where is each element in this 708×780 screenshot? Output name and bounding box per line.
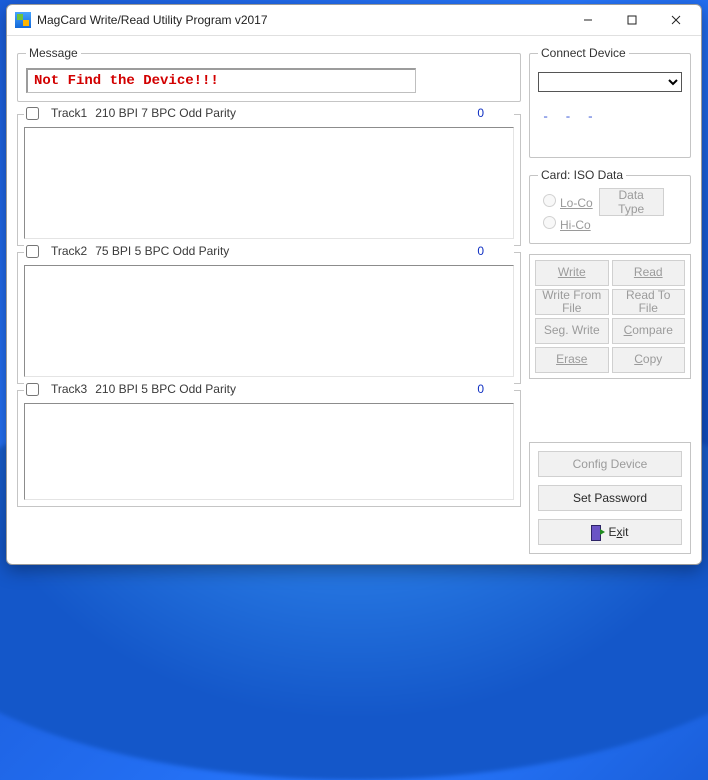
- track2-textarea[interactable]: [24, 265, 514, 377]
- app-window: MagCard Write/Read Utility Program v2017…: [6, 4, 702, 565]
- app-icon: [15, 12, 31, 28]
- data-type-button[interactable]: Data Type: [599, 188, 664, 216]
- track3-checkbox[interactable]: [26, 383, 39, 396]
- message-group: Message Not Find the Device!!!: [17, 46, 521, 102]
- track2-label: Track2: [51, 244, 87, 258]
- loco-radio[interactable]: Lo-Co: [538, 191, 593, 210]
- track-group-track1: Track1210 BPI 7 BPC Odd Parity0: [17, 114, 521, 246]
- device-select[interactable]: [538, 72, 682, 92]
- write-button[interactable]: Write: [535, 260, 609, 286]
- track2-checkbox[interactable]: [26, 245, 39, 258]
- exit-icon: [591, 525, 603, 539]
- minimize-button[interactable]: [567, 8, 609, 32]
- message-legend: Message: [26, 46, 81, 60]
- track2-spec: 75 BPI 5 BPC Odd Parity: [95, 244, 229, 258]
- compare-button[interactable]: Compare: [612, 318, 686, 344]
- client-area: Message Not Find the Device!!! Track1210…: [7, 36, 701, 564]
- title-bar: MagCard Write/Read Utility Program v2017: [7, 5, 701, 36]
- set-password-button[interactable]: Set Password: [538, 485, 682, 511]
- maximize-button[interactable]: [611, 8, 653, 32]
- card-iso-group: Card: ISO Data Lo-Co Hi-Co Data Type: [529, 168, 691, 244]
- track3-spec: 210 BPI 5 BPC Odd Parity: [95, 382, 236, 396]
- connect-device-legend: Connect Device: [538, 46, 629, 60]
- window-title: MagCard Write/Read Utility Program v2017: [37, 13, 565, 27]
- card-iso-legend: Card: ISO Data: [538, 168, 626, 182]
- track3-label: Track3: [51, 382, 87, 396]
- device-status: - - -: [542, 110, 682, 124]
- track1-checkbox[interactable]: [26, 107, 39, 120]
- action-button-stack: Config Device Set Password Exit: [529, 442, 691, 554]
- track1-textarea[interactable]: [24, 127, 514, 239]
- track-group-track3: Track3210 BPI 5 BPC Odd Parity0: [17, 390, 521, 507]
- erase-button[interactable]: Erase: [535, 347, 609, 373]
- track3-count: 0: [477, 382, 484, 396]
- exit-button[interactable]: Exit: [538, 519, 682, 545]
- left-column: Message Not Find the Device!!! Track1210…: [17, 46, 521, 554]
- track1-spec: 210 BPI 7 BPC Odd Parity: [95, 106, 236, 120]
- track2-count: 0: [477, 244, 484, 258]
- action-button-grid: Write Read Write From File Read To File …: [529, 254, 691, 379]
- hico-radio[interactable]: Hi-Co: [538, 213, 593, 232]
- track3-textarea[interactable]: [24, 403, 514, 500]
- write-from-file-button[interactable]: Write From File: [535, 289, 609, 315]
- track1-count: 0: [477, 106, 484, 120]
- track1-label: Track1: [51, 106, 87, 120]
- copy-button[interactable]: Copy: [612, 347, 686, 373]
- close-button[interactable]: [655, 8, 697, 32]
- read-to-file-button[interactable]: Read To File: [612, 289, 686, 315]
- track-group-track2: Track275 BPI 5 BPC Odd Parity0: [17, 252, 521, 384]
- seg-write-button[interactable]: Seg. Write: [535, 318, 609, 344]
- read-button[interactable]: Read: [612, 260, 686, 286]
- config-device-button[interactable]: Config Device: [538, 451, 682, 477]
- message-text: Not Find the Device!!!: [26, 68, 416, 93]
- right-column: Connect Device - - - Card: ISO Data Lo-C…: [529, 46, 691, 554]
- connect-device-group: Connect Device - - -: [529, 46, 691, 158]
